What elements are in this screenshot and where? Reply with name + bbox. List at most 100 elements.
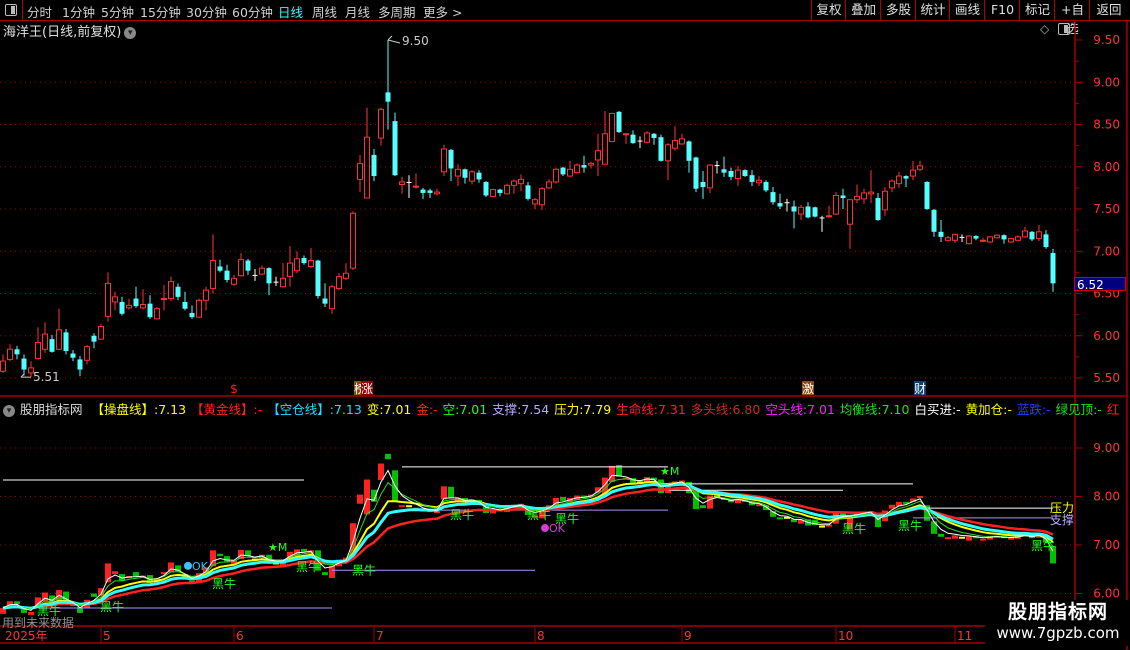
indicator-block [385, 453, 391, 460]
candle [77, 356, 83, 377]
candle-body [147, 303, 153, 318]
candle-body [42, 333, 48, 350]
candle-body [119, 301, 125, 314]
candle [588, 161, 594, 169]
candle-body [1050, 252, 1056, 284]
legend-item: 绿见顶:- [1055, 402, 1102, 417]
candle-body [91, 335, 97, 342]
candle-body [875, 198, 881, 220]
legend-item: 均衡线:7.10 [839, 402, 910, 417]
candle-body [406, 181, 412, 183]
candle-body [336, 276, 342, 289]
candle-body [476, 172, 482, 180]
bull-signal: 黑牛 [527, 507, 551, 522]
signal-badge: 财 [914, 382, 926, 396]
chevron-down-icon[interactable]: ▾ [3, 405, 15, 417]
candle-body [1036, 231, 1042, 240]
candle-body [791, 206, 797, 212]
candle [812, 206, 818, 218]
candle-body [14, 349, 20, 355]
candle-body [707, 164, 713, 189]
legend-item: 变:7.01 [366, 402, 412, 417]
y-tick-label: 9.00 [1093, 75, 1120, 89]
candle [217, 259, 223, 273]
y-tick-label: 6.00 [1093, 329, 1120, 343]
candle-body [980, 239, 986, 242]
indicator-block [777, 517, 783, 520]
candle [140, 289, 146, 310]
candle-body [742, 170, 748, 177]
candle [455, 164, 461, 187]
candle [616, 110, 622, 133]
candle [413, 173, 419, 189]
candle [329, 285, 335, 314]
candle [623, 132, 629, 144]
candle-body [77, 359, 83, 370]
indicator-block [364, 479, 370, 515]
y-tick-label: 7.00 [1093, 244, 1120, 258]
candle-body [735, 169, 741, 180]
candle [574, 163, 580, 174]
bull-signal: 黑牛 [898, 518, 922, 533]
candle-body [266, 268, 272, 284]
candle-body [777, 203, 783, 207]
legend-item: 黄加仓:- [965, 402, 1012, 417]
indicator-block [133, 572, 139, 577]
candle [385, 40, 391, 130]
candle-body [917, 165, 923, 170]
candle-body [749, 175, 755, 182]
candle [224, 264, 230, 283]
signal-badge: 涨 [361, 381, 373, 396]
candle [378, 107, 384, 146]
candle-body [616, 111, 622, 133]
indicator-block [406, 505, 412, 508]
candle-body [168, 281, 174, 300]
candle-body [623, 133, 629, 136]
candle [735, 165, 741, 187]
indicator-block [917, 496, 923, 499]
indicator-block [301, 548, 307, 552]
candle [826, 205, 832, 219]
candle [350, 211, 356, 270]
watermark-url: www.7gpzb.com [996, 624, 1120, 642]
x-tick-label: 11 [957, 629, 972, 643]
indicator-block [700, 505, 706, 509]
candle [203, 286, 209, 311]
x-tick-label: 5 [103, 629, 111, 643]
legend-item: 【操盘线】:7.13 [91, 402, 187, 417]
candle-body [154, 308, 160, 320]
candle-body [350, 212, 356, 269]
candle-body [637, 140, 643, 142]
candle-body [987, 236, 993, 243]
x-tick-label: 8 [537, 629, 545, 643]
signal-badge: 激 [802, 382, 814, 396]
candle-body [427, 190, 433, 193]
legend-item: 生命线:7.31 [616, 402, 686, 417]
candle [119, 296, 125, 316]
candle-body [238, 259, 244, 277]
candle [0, 354, 6, 373]
candle [973, 235, 979, 241]
candle [672, 126, 678, 151]
candle-body [994, 234, 1000, 239]
x-tick-label: 6 [236, 629, 244, 643]
candle-body [896, 175, 902, 185]
candle [1050, 248, 1056, 292]
candle [924, 181, 930, 210]
kline-chart[interactable]: 9.509.008.508.007.507.006.506.005.509.50… [0, 0, 1130, 650]
candle-body [378, 108, 384, 139]
low-marker-arrow [20, 373, 31, 378]
candle-body [819, 217, 825, 219]
candle-body [469, 171, 475, 182]
candle-body [553, 168, 559, 183]
candle [1036, 225, 1042, 242]
legend-item: 红 [1106, 402, 1120, 417]
candle [840, 188, 846, 209]
star-signal: ★M [268, 541, 287, 554]
legend-item: 白买进:- [914, 402, 961, 417]
candle-body [245, 260, 251, 271]
bull-signal: 黑牛 [100, 599, 124, 614]
bull-signal: 黑牛 [296, 559, 320, 574]
candle-body [35, 342, 41, 360]
candle [868, 170, 874, 204]
